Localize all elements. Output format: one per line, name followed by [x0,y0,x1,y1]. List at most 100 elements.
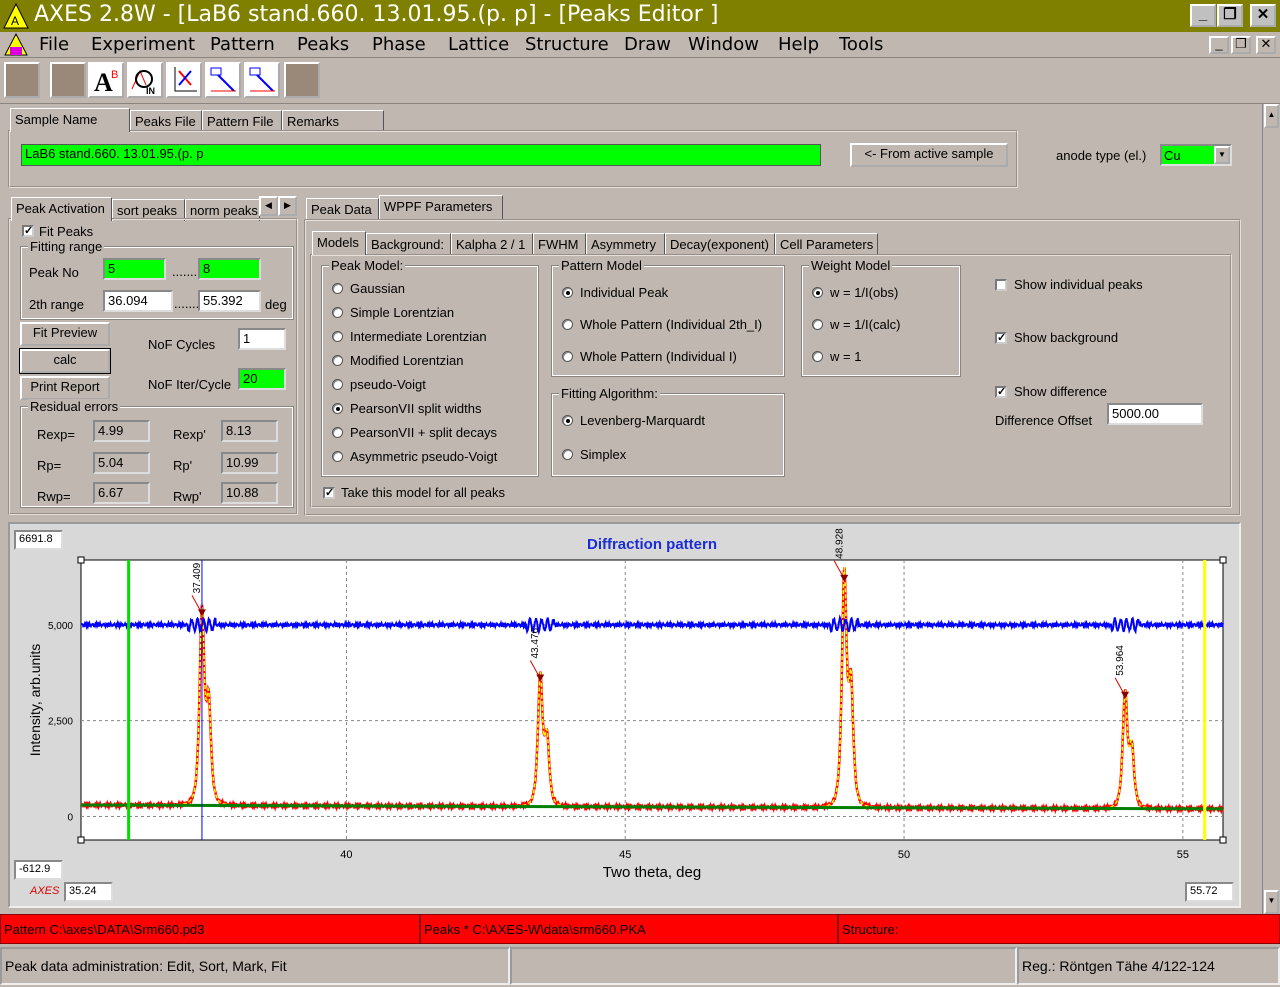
zoom-in-icon[interactable] [205,62,241,98]
peak-model-radio-2[interactable] [332,331,343,342]
weight-model-group: Weight Model w = 1/I(obs) w = 1/I(calc) w … [801,258,961,377]
show-difference-label: Show difference [1014,384,1107,399]
tab-background[interactable]: Background: [366,233,451,255]
dropdown-arrow-icon[interactable]: ▼ [1214,146,1230,164]
weight-model-radio-0[interactable] [812,287,823,298]
svg-text:IN: IN [146,86,155,95]
peak-model-radio-5[interactable] [332,403,343,414]
menu-peaks[interactable]: Peaks [297,34,349,55]
show-individual-peaks-checkbox[interactable] [995,279,1007,291]
x-min-input[interactable]: 35.24 [64,882,113,902]
fitting-algorithm-group: Fitting Algorithm: Levenberg-Marquardt Si… [551,386,785,477]
peak-model-radio-0[interactable] [332,283,343,294]
font-style-icon[interactable]: AB [88,62,124,98]
tab-asymmetry[interactable]: Asymmetry [586,233,665,255]
weight-model-radio-1[interactable] [812,319,823,330]
show-difference-checkbox[interactable]: ✓ [995,386,1007,398]
peak-no-to-input[interactable]: 8 [198,258,261,280]
menu-pattern[interactable]: Pattern [210,34,275,55]
menu-experiment[interactable]: Experiment [91,34,195,55]
x-max-input[interactable]: 55.72 [1185,882,1234,902]
scroll-up-icon[interactable]: ▲ [1264,104,1279,128]
show-background-checkbox[interactable]: ✓ [995,332,1007,344]
minimize-icon[interactable]: _ [1190,4,1216,27]
mdi-minimize-icon[interactable]: _ [1209,36,1229,54]
tab-peak-activation[interactable]: Peak Activation [11,197,112,221]
peak-model-option-label: Intermediate Lorentzian [350,329,487,344]
toolbar-button-2[interactable] [50,62,86,98]
peak-label: 37.409 [192,562,203,593]
peak-model-radio-1[interactable] [332,307,343,318]
print-report-button[interactable]: Print Report [20,376,110,400]
pattern-model-radio-0[interactable] [562,287,573,298]
from-active-sample-button[interactable]: <- From active sample [850,143,1008,167]
scroll-down-icon[interactable]: ▼ [1264,890,1279,914]
tab-fwhm[interactable]: FWHM [533,233,586,255]
menu-phase[interactable]: Phase [372,34,426,55]
axis-icon[interactable] [166,62,202,98]
peak-search-icon[interactable]: IN [127,62,163,98]
peak-model-radio-7[interactable] [332,451,343,462]
rp-value: 5.04 [93,452,150,474]
peak-model-radio-6[interactable] [332,427,343,438]
menu-file[interactable]: File [39,34,69,55]
y-min-input[interactable]: -612.9 [14,860,63,880]
diffraction-plot[interactable]: 40 45 50 55 0 2,500 5,000 Diffraction pattern Tw… [8,522,1241,908]
pattern-model-radio-2[interactable] [562,351,573,362]
menu-help[interactable]: Help [778,34,819,55]
weight-model-radio-2[interactable] [812,351,823,362]
y-max-input[interactable]: 6691.8 [14,530,63,550]
two-theta-from-input[interactable]: 36.094 [103,290,173,312]
maximize-icon[interactable]: ❐ [1217,4,1243,27]
tab-remarks[interactable]: Remarks [282,110,384,132]
pattern-model-radio-1[interactable] [562,319,573,330]
peak-model-radio-3[interactable] [332,355,343,366]
tab-scroll-right-icon[interactable]: ▶ [278,196,297,216]
tab-sample-name[interactable]: Sample Name [10,108,130,132]
toolbar-button-1[interactable] [4,62,40,98]
tab-peaks-file[interactable]: Peaks File [130,110,202,132]
sample-name-field[interactable]: LaB6 stand.660. 13.01.95.(p. p [21,144,821,166]
doc-icon[interactable] [4,33,28,57]
tab-models[interactable]: Models [312,231,366,255]
tab-decay[interactable]: Decay(exponent) [665,233,775,255]
algorithm-option-label: Simplex [580,447,627,462]
algorithm-radio-1[interactable] [562,449,573,460]
zoom-out-icon[interactable] [244,62,280,98]
difference-offset-input[interactable]: 5000.00 [1107,403,1203,425]
tab-pattern-file[interactable]: Pattern File [202,110,282,132]
peak-no-from-input[interactable]: 5 [103,258,166,280]
menu-structure[interactable]: Structure [525,34,609,55]
close-icon[interactable]: ✕ [1250,4,1276,27]
pattern-file-status: Pattern C:\axes\DATA\Srm660.pd3 [0,914,420,944]
fit-peaks-checkbox[interactable]: ✓ [22,225,34,237]
nof-cycles-input[interactable]: 1 [238,328,286,350]
menu-window[interactable]: Window [688,34,759,55]
menu-lattice[interactable]: Lattice [448,34,509,55]
take-model-checkbox[interactable]: ✓ [323,487,335,499]
tab-cell-parameters[interactable]: Cell Parameters [775,233,878,255]
tab-kalpha[interactable]: Kalpha 2 / 1 [451,233,533,255]
anode-type-select[interactable]: Cu ▼ [1160,144,1232,166]
peak-model-radio-4[interactable] [332,379,343,390]
two-theta-range-label: 2th range [29,297,84,312]
menu-tools[interactable]: Tools [839,34,883,55]
status-blank [510,947,1017,985]
fit-preview-button[interactable]: Fit Preview [20,322,110,346]
resize-handle [1219,556,1227,564]
toolbar-button-8[interactable] [284,62,320,98]
algorithm-radio-0[interactable] [562,415,573,426]
two-theta-to-input[interactable]: 55.392 [198,290,261,312]
rp2-label: Rp' [173,458,193,473]
peak-label: 48.928 [834,528,845,559]
mdi-close-icon[interactable]: ✕ [1256,36,1276,54]
vertical-scrollbar[interactable]: ▲ ▼ [1262,104,1280,914]
nof-iter-input[interactable]: 20 [238,368,286,390]
tab-wppf-parameters[interactable]: WPPF Parameters [379,195,503,219]
mdi-restore-icon[interactable]: ❐ [1231,36,1251,54]
tab-peak-data[interactable]: Peak Data [306,198,379,220]
calc-button[interactable]: calc [19,348,111,374]
menu-draw[interactable]: Draw [624,34,671,55]
tab-scroll-left-icon[interactable]: ◀ [259,196,278,216]
take-model-label: Take this model for all peaks [341,485,506,500]
